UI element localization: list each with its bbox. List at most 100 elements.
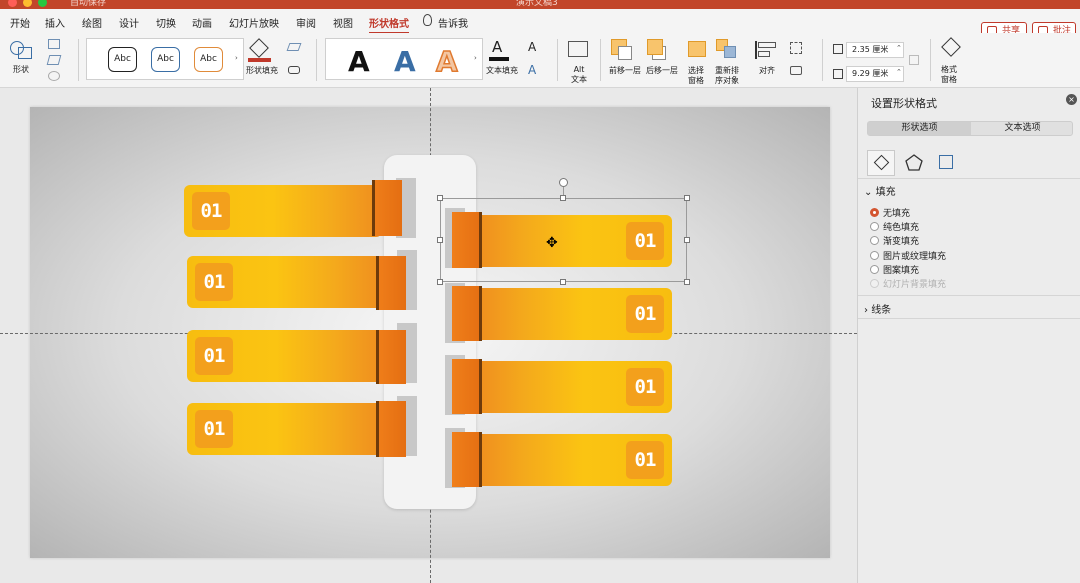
fill-option-gradient[interactable]: 渐变填充 (870, 234, 919, 247)
line-section-label: 线条 (871, 305, 892, 316)
send-backward-icon (647, 39, 663, 55)
shapes-label: 形状 (13, 65, 29, 74)
ribbon-fold (372, 180, 402, 236)
text-effects-icon[interactable]: A (528, 63, 536, 77)
group-icon[interactable] (790, 42, 802, 54)
tab-shape-format[interactable]: 形状格式 (369, 15, 409, 34)
radio-button[interactable] (870, 236, 879, 245)
zoom-window-button[interactable] (38, 0, 47, 7)
rotate-icon[interactable] (790, 66, 802, 75)
fill-option-label: 图案填充 (883, 266, 920, 276)
number-badge: 01 (195, 263, 233, 301)
width-stepper-icon[interactable]: ⌃ (896, 68, 902, 76)
selection-frame[interactable] (440, 198, 687, 282)
shape-style-3[interactable]: Abc (194, 47, 223, 72)
tell-me-search[interactable]: 告诉我 (438, 15, 468, 30)
resize-handle-left[interactable] (437, 237, 443, 243)
ribbon-item-right-3[interactable]: 01 (452, 359, 674, 414)
edit-shape-icon[interactable] (48, 39, 60, 49)
send-backward-label: 后移一层 (646, 66, 678, 75)
resize-handle-right[interactable] (684, 237, 690, 243)
shape-style-1[interactable]: Abc (108, 47, 137, 72)
tab-animations[interactable]: 动画 (192, 15, 212, 30)
tab-slideshow[interactable]: 幻灯片放映 (229, 15, 279, 30)
tab-insert[interactable]: 插入 (45, 15, 65, 30)
ribbon-separator (316, 39, 317, 81)
ribbon-item-right-4[interactable]: 01 (452, 432, 674, 487)
gallery-more-icon[interactable]: › (235, 54, 238, 62)
text-options-tab[interactable]: 文本选项 (971, 122, 1074, 135)
fill-option-picture[interactable]: 图片或纹理填充 (870, 249, 946, 262)
ribbon-item-left-1[interactable]: 01 (184, 180, 414, 238)
resize-handle-bottom[interactable] (560, 279, 566, 285)
merge-shapes-icon[interactable] (48, 71, 60, 81)
tab-view[interactable]: 视图 (333, 15, 353, 30)
ribbon-separator (930, 39, 931, 81)
resize-handle-top[interactable] (560, 195, 566, 201)
ribbon-separator (78, 39, 79, 81)
shape-effects-icon[interactable] (288, 66, 300, 74)
number-badge: 01 (195, 410, 233, 448)
tab-transitions[interactable]: 切换 (156, 15, 176, 30)
height-stepper-icon[interactable]: ⌃ (896, 44, 902, 52)
minimize-window-button[interactable] (23, 0, 32, 7)
ribbon-fold-crease (479, 432, 482, 487)
chevron-down-icon: ⌄ (864, 187, 873, 198)
number-badge: 01 (192, 192, 230, 230)
number-badge: 01 (195, 337, 233, 375)
move-cursor-icon: ✥ (546, 235, 558, 251)
shape-outline-icon[interactable] (286, 43, 302, 51)
close-window-button[interactable] (8, 0, 17, 7)
fill-color-swatch (248, 58, 271, 62)
resize-handle-top-left[interactable] (437, 195, 443, 201)
text-color-swatch (489, 57, 509, 61)
fill-option-pattern[interactable]: 图案填充 (870, 263, 919, 276)
resize-handle-bottom-right[interactable] (684, 279, 690, 285)
fill-option-label: 图片或纹理填充 (883, 252, 947, 262)
radio-button[interactable] (870, 222, 879, 231)
ribbon-fold (376, 256, 406, 310)
wordart-style-3[interactable]: A (435, 44, 458, 79)
radio-button[interactable] (870, 265, 879, 274)
close-icon[interactable]: × (1066, 94, 1077, 105)
draw-textbox-icon[interactable] (46, 55, 62, 65)
number-badge: 01 (626, 368, 664, 406)
number-badge: 01 (626, 295, 664, 333)
fill-option-solid[interactable]: 纯色填充 (870, 220, 919, 233)
ribbon-tabs: 开始 插入 绘图 设计 切换 动画 幻灯片放映 审阅 视图 形状格式 告诉我 共… (0, 9, 1080, 40)
size-properties-tab[interactable] (932, 150, 960, 176)
autosave-label[interactable]: 自动保存 (70, 0, 106, 8)
fill-section-header[interactable]: ⌄ 填充 (864, 183, 896, 198)
ribbon-item-left-2[interactable]: 01 (187, 256, 417, 311)
radio-button[interactable] (870, 251, 879, 260)
tab-draw[interactable]: 绘图 (82, 15, 102, 30)
fill-option-label: 纯色填充 (883, 223, 920, 233)
lock-aspect-icon[interactable] (909, 55, 919, 65)
ribbon-item-right-2[interactable]: 01 (452, 286, 674, 341)
ribbon-item-left-3[interactable]: 01 (187, 330, 417, 385)
line-section-header[interactable]: › 线条 (864, 301, 891, 316)
wordart-style-2[interactable]: A (394, 45, 416, 78)
fill-option-label: 幻灯片背景填充 (883, 280, 947, 290)
ribbon: 形状 Abc Abc Abc › 形状填充 A A A › A 文本填充 A A… (0, 33, 1080, 88)
effects-tab[interactable] (900, 150, 928, 176)
text-outline-icon[interactable]: A (528, 40, 536, 54)
tab-design[interactable]: 设计 (119, 15, 139, 30)
ribbon-item-left-4[interactable]: 01 (187, 401, 417, 458)
radio-button[interactable] (870, 208, 879, 217)
shape-options-tab[interactable]: 形状选项 (868, 122, 971, 135)
align-label: 对齐 (759, 66, 775, 75)
ribbon-fold-crease (479, 359, 482, 414)
shape-style-2[interactable]: Abc (151, 47, 180, 72)
gallery-more-icon[interactable]: › (474, 54, 477, 62)
fill-line-tab[interactable] (867, 150, 895, 176)
rotation-handle[interactable] (559, 178, 568, 187)
resize-handle-top-right[interactable] (684, 195, 690, 201)
fill-option-slide-background: 幻灯片背景填充 (870, 277, 946, 290)
tab-review[interactable]: 审阅 (296, 15, 316, 30)
tab-home[interactable]: 开始 (10, 15, 30, 30)
wordart-style-1[interactable]: A (348, 45, 370, 78)
resize-handle-bottom-left[interactable] (437, 279, 443, 285)
fill-option-none[interactable]: 无填充 (870, 206, 910, 219)
panel-title: 设置形状格式 (871, 97, 937, 110)
